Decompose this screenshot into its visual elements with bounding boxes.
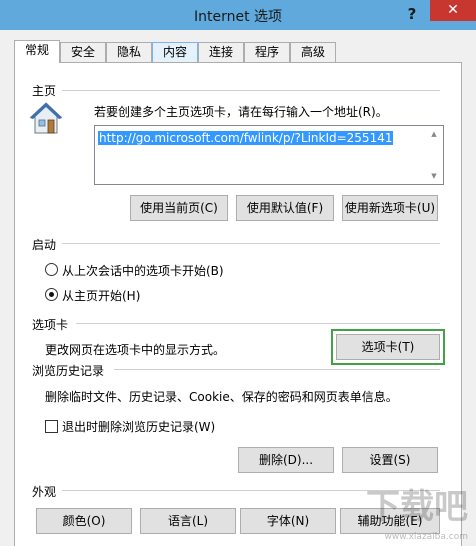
home-url-value: http://go.microsoft.com/fwlink/p/?LinkId… (98, 131, 394, 145)
delete-on-exit-label[interactable]: 退出时删除浏览历史记录(W) (62, 418, 215, 435)
radio-last-session[interactable] (45, 263, 58, 276)
watermark-text: 下载吧 (366, 487, 468, 527)
tabs-group-divider (76, 323, 440, 324)
radio-home-page-label[interactable]: 从主页开始(H) (62, 287, 140, 304)
tab-content[interactable]: 内容 (152, 42, 198, 62)
delete-history-button[interactable]: 删除(D)... (238, 447, 334, 473)
history-settings-button[interactable]: 设置(S) (342, 447, 438, 473)
tab-programs[interactable]: 程序 (244, 42, 290, 62)
scroll-up-arrow-icon[interactable]: ▲ (427, 128, 441, 140)
home-url-textarea[interactable]: http://go.microsoft.com/fwlink/p/?LinkId… (94, 125, 444, 185)
startup-group-title: 启动 (32, 238, 57, 252)
radio-last-session-label[interactable]: 从上次会话中的选项卡开始(B) (62, 262, 224, 279)
languages-button[interactable]: 语言(L) (140, 508, 236, 534)
scroll-down-arrow-icon[interactable]: ▼ (427, 170, 441, 182)
fonts-button[interactable]: 字体(N) (240, 508, 336, 534)
use-default-button[interactable]: 使用默认值(F) (236, 195, 334, 221)
history-group-divider (114, 369, 440, 370)
home-description: 若要创建多个主页选项卡，请在每行输入一个地址(R)。 (94, 105, 388, 119)
radio-home-page[interactable] (45, 288, 58, 301)
tab-connections[interactable]: 连接 (198, 42, 244, 62)
startup-group-divider (62, 243, 440, 244)
title-bar: Internet 选项 ? ✕ (0, 0, 476, 30)
tab-advanced[interactable]: 高级 (290, 42, 336, 62)
use-new-tab-button[interactable]: 使用新选项卡(U) (342, 195, 438, 221)
history-group-title: 浏览历史记录 (32, 364, 105, 378)
tab-privacy[interactable]: 隐私 (106, 42, 152, 62)
tab-general[interactable]: 常规 (14, 40, 60, 63)
watermark-logo: 下载吧 www.xiazaiba.com (346, 476, 476, 546)
tab-security[interactable]: 安全 (60, 42, 106, 62)
tabs-group-title: 选项卡 (32, 318, 69, 332)
help-button[interactable]: ? (400, 3, 424, 25)
history-description: 删除临时文件、历史记录、Cookie、保存的密码和网页表单信息。 (45, 390, 398, 404)
home-page-icon (29, 102, 63, 134)
colors-button[interactable]: 颜色(O) (36, 508, 132, 534)
watermark-url: www.xiazaiba.com (384, 532, 468, 542)
tabs-settings-button[interactable]: 选项卡(T) (331, 329, 445, 365)
home-group-title: 主页 (32, 84, 57, 98)
home-group-divider (62, 90, 440, 91)
close-button[interactable]: ✕ (430, 0, 476, 21)
tabs-description: 更改网页在选项卡中的显示方式。 (45, 343, 226, 357)
use-current-button[interactable]: 使用当前页(C) (130, 195, 228, 221)
appearance-group-title: 外观 (32, 485, 57, 499)
delete-on-exit-checkbox[interactable] (45, 420, 58, 433)
